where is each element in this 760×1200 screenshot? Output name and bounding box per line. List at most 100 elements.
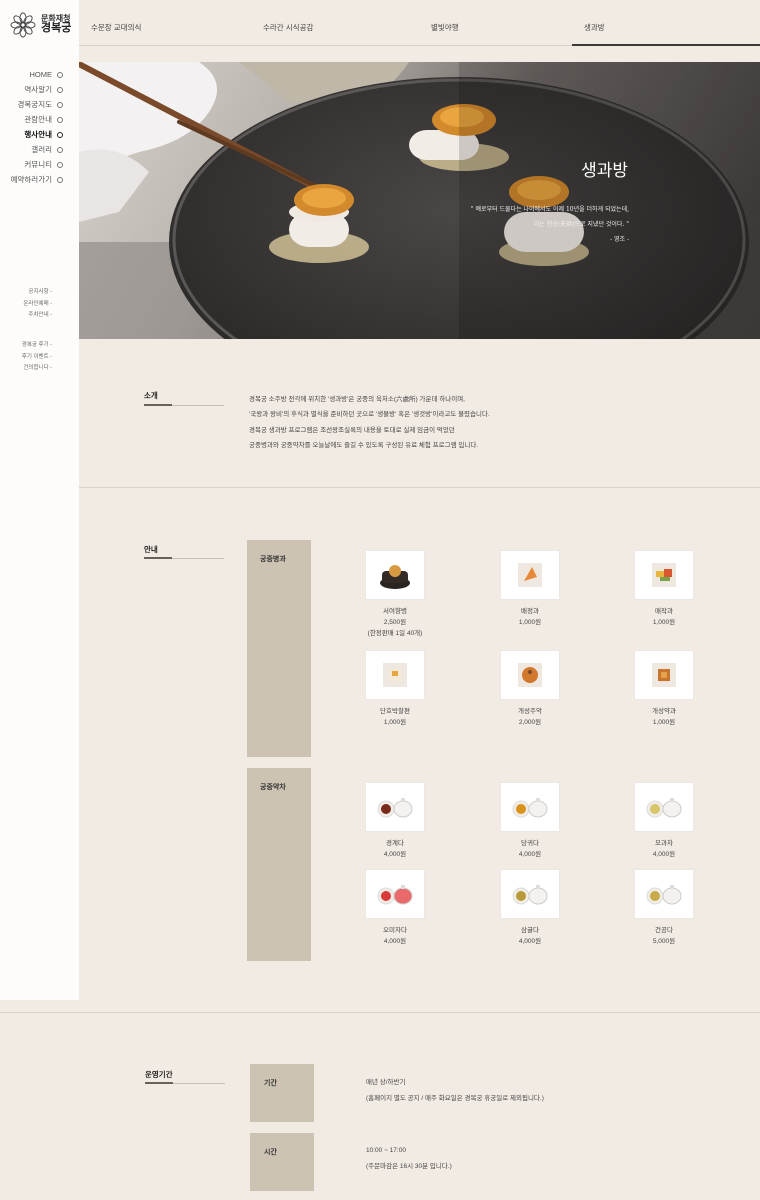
sidebar-item-home[interactable]: HOME bbox=[11, 67, 63, 82]
menu-item-name: 모과차 bbox=[655, 840, 673, 847]
sidebar-nav: HOME 역사알기 경복궁지도 관람안내 행사안내 갤러리 커뮤니티 예약하러가… bbox=[11, 67, 63, 187]
hero-quote-line: 이는 천공(天供)으로 지냈던 것이다. " bbox=[533, 221, 629, 228]
menu-item: 경계다 4,000원 bbox=[350, 782, 440, 860]
menu-item: 모과차 4,000원 bbox=[619, 782, 709, 860]
section-underline bbox=[144, 404, 224, 406]
hero-quote-author: - 영조 - bbox=[610, 236, 629, 243]
logo[interactable]: 문화재청 경복궁 bbox=[10, 12, 71, 38]
dessert-thumbnail bbox=[500, 550, 560, 600]
operation-line: (주문마감은 16시 30분 입니다.) bbox=[366, 1163, 452, 1170]
tab-saenggwabang[interactable]: 생과방 bbox=[572, 0, 760, 46]
circle-icon bbox=[57, 161, 63, 168]
operation-period-text: 매년 상/하반기 (홈페이지 별도 공지 / 매주 화요일은 경복궁 휴궁일로 … bbox=[366, 1075, 544, 1107]
hero-quote-line: " 예로부터 드물다는 나이에서도 이제 10년을 더하게 되었는데, bbox=[470, 206, 629, 213]
menu-item: 단호박찰편 1,000원 bbox=[350, 650, 440, 728]
menu-item-price: 1,000원 bbox=[652, 719, 676, 726]
sidebar-item-label: 역사알기 bbox=[24, 85, 52, 94]
sidebar-item-label: 커뮤니티 bbox=[24, 160, 52, 169]
sidebar: 문화재청 경복궁 HOME 역사알기 경복궁지도 관람안내 행사안내 갤러리 커… bbox=[0, 0, 79, 1000]
circle-icon bbox=[57, 176, 63, 183]
menu-item: 개성주악 2,000원 bbox=[485, 650, 575, 728]
menu-item: 개성약과 1,000원 bbox=[619, 650, 709, 728]
section-underline bbox=[145, 1082, 225, 1084]
intro-line: '국왕과 왕비'의 후식과 별식을 준비하던 곳으로 '생물방' 혹은 '생것방… bbox=[249, 411, 490, 419]
menu-item-price: 2,500원 bbox=[383, 619, 407, 626]
sidebar-item-reservation[interactable]: 예약하러가기 bbox=[11, 172, 63, 187]
menu-item: 당귀다 4,000원 bbox=[485, 782, 575, 860]
section-title-operation: 운영기간 bbox=[145, 1070, 173, 1079]
sidebar-item-label: 예약하러가기 bbox=[10, 175, 52, 184]
sidebar-item-history[interactable]: 역사알기 bbox=[11, 82, 63, 97]
top-tabs: 수문장 교대의식 수라간 시식공감 별빛야행 생과방 bbox=[79, 0, 760, 46]
menu-item-name: 매작과 bbox=[655, 608, 673, 615]
menu-item: 오미자다 4,000원 bbox=[350, 869, 440, 947]
menu-item: 서여향병 2,500원 (한정판매 1일 40개) bbox=[350, 550, 440, 639]
dessert-thumbnail bbox=[365, 650, 425, 700]
sidebar-item-label: HOME bbox=[29, 70, 53, 79]
sidebar-item-events[interactable]: 행사안내 bbox=[11, 127, 63, 142]
section-title-intro: 소개 bbox=[144, 391, 158, 400]
sublink-suggestion[interactable]: 건의합니다 - bbox=[22, 363, 52, 375]
menu-item-name: 경계다 bbox=[386, 840, 404, 847]
menu-item-price: 5,000원 bbox=[652, 938, 676, 945]
sidebar-sublinks-community: 경복궁 후기 - 후기 이벤트 - 건의합니다 - bbox=[22, 340, 52, 375]
tea-thumbnail bbox=[634, 869, 694, 919]
menu-item-name: 배정과 bbox=[521, 608, 539, 615]
intro-line: 경복궁 생과방 프로그램은 조선왕조실록의 내용을 토대로 실제 임금이 먹었던 bbox=[249, 426, 455, 434]
operation-line: 10:00 ~ 17:00 bbox=[366, 1147, 406, 1154]
intro-line: 경복궁 소주방 전각에 위치한 '생과방'은 궁중의 육처소(六處所) 가운데 … bbox=[249, 396, 465, 403]
menu-item-name: 건공다 bbox=[655, 927, 673, 934]
tea-thumbnail bbox=[365, 869, 425, 919]
menu-item-price: 4,000원 bbox=[518, 851, 542, 858]
sublink-review-event[interactable]: 후기 이벤트 - bbox=[22, 352, 52, 364]
menu-item-name: 오미자다 bbox=[383, 927, 407, 934]
menu-item-name: 서여향병 bbox=[383, 608, 407, 615]
menu-item-name: 개성약과 bbox=[652, 708, 676, 715]
operation-line: (홈페이지 별도 공지 / 매주 화요일은 경복궁 휴궁일로 제외됩니다.) bbox=[366, 1095, 544, 1102]
section-title-guide: 안내 bbox=[144, 545, 158, 554]
divider bbox=[0, 1012, 760, 1013]
hero-quote: " 예로부터 드물다는 나이에서도 이제 10년을 더하게 되었는데, 이는 천… bbox=[369, 202, 629, 247]
circle-icon bbox=[57, 131, 63, 138]
menu-item-price: 2,000원 bbox=[518, 719, 542, 726]
menu-item-price: 4,000원 bbox=[383, 938, 407, 945]
hero-image bbox=[79, 62, 760, 339]
menu-item-price: 1,000원 bbox=[518, 619, 542, 626]
menu-item-name: 당귀다 bbox=[521, 840, 539, 847]
divider bbox=[79, 487, 760, 488]
intro-line: 궁중병과와 궁중약차를 오늘날에도 즐길 수 있도록 구성된 유료 체험 프로그… bbox=[249, 441, 479, 449]
circle-icon bbox=[57, 71, 63, 78]
sidebar-item-visit-info[interactable]: 관람안내 bbox=[11, 112, 63, 127]
menu-item-price: 4,000원 bbox=[518, 938, 542, 945]
tea-thumbnail bbox=[634, 782, 694, 832]
sidebar-item-community[interactable]: 커뮤니티 bbox=[11, 157, 63, 172]
hero-title: 생과방 bbox=[581, 161, 628, 181]
sublink-parking[interactable]: 주차안내 - bbox=[23, 310, 52, 322]
sidebar-sublinks-info: 공지사항 - 온라인예매 - 주차안내 - bbox=[23, 287, 52, 322]
sublink-review[interactable]: 경복궁 후기 - bbox=[22, 340, 52, 352]
dessert-thumbnail bbox=[365, 550, 425, 600]
menu-item-name: 삼귤다 bbox=[521, 927, 539, 934]
menu-item-price: 4,000원 bbox=[652, 851, 676, 858]
category-title: 궁중약차 bbox=[260, 784, 286, 791]
tab-starlight-tour[interactable]: 별빛야행 bbox=[431, 0, 459, 46]
sublink-online-booking[interactable]: 온라인예매 - bbox=[23, 299, 52, 311]
logo-title: 경복궁 bbox=[41, 22, 72, 35]
sidebar-item-label: 행사안내 bbox=[24, 130, 52, 139]
operation-row-title: 시간 bbox=[264, 1149, 277, 1156]
category-box-teas: 궁중약차 bbox=[247, 768, 311, 961]
hero-banner: 생과방 " 예로부터 드물다는 나이에서도 이제 10년을 더하게 되었는데, … bbox=[79, 62, 760, 339]
tab-guard-ceremony[interactable]: 수문장 교대의식 bbox=[91, 0, 141, 46]
menu-item: 삼귤다 4,000원 bbox=[485, 869, 575, 947]
operation-time-text: 10:00 ~ 17:00 (주문마감은 16시 30분 입니다.) bbox=[366, 1143, 452, 1175]
flower-logo-icon bbox=[10, 12, 36, 38]
sidebar-item-gallery[interactable]: 갤러리 bbox=[11, 142, 63, 157]
sidebar-item-map[interactable]: 경복궁지도 bbox=[11, 97, 63, 112]
menu-item: 매작과 1,000원 bbox=[619, 550, 709, 628]
tab-surakgan[interactable]: 수라간 시식공감 bbox=[263, 0, 313, 46]
sidebar-item-label: 갤러리 bbox=[31, 145, 52, 154]
menu-item: 건공다 5,000원 bbox=[619, 869, 709, 947]
sublink-notice[interactable]: 공지사항 - bbox=[23, 287, 52, 299]
menu-item-price: 1,000원 bbox=[383, 719, 407, 726]
category-box-desserts: 궁중병과 bbox=[247, 540, 311, 757]
